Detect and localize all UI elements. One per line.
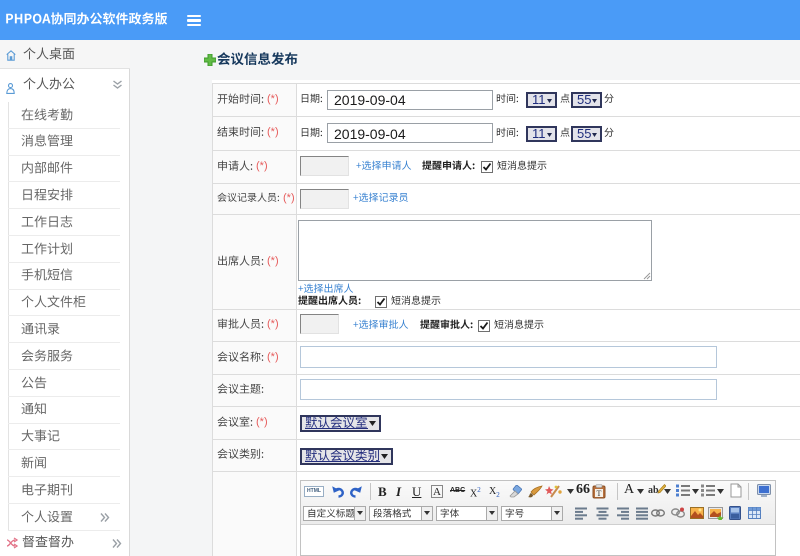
svg-text:T: T xyxy=(597,489,602,498)
